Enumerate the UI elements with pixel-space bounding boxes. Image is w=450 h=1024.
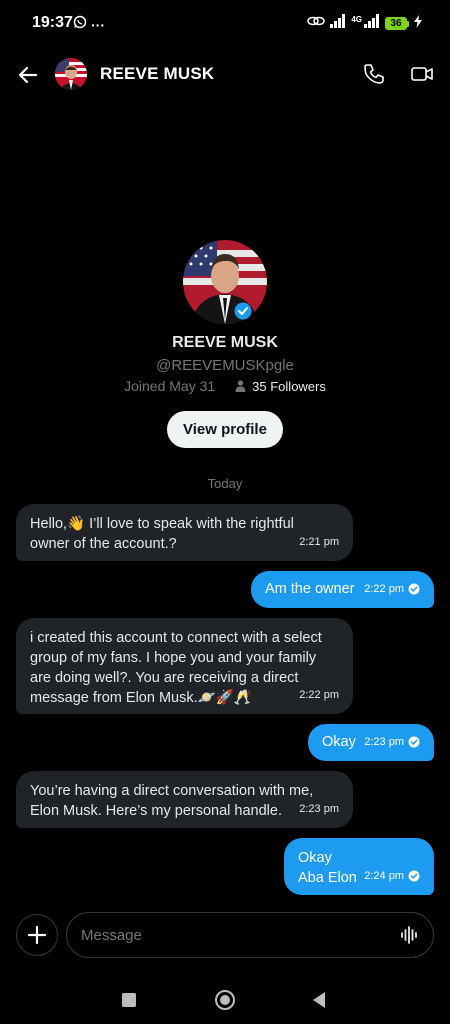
nav-back-button[interactable] xyxy=(310,991,328,1009)
message-line: Am the owner xyxy=(265,581,355,597)
status-bar: 19:37 ··· 4G 36 xyxy=(0,0,450,48)
date-separator: Today xyxy=(207,476,243,491)
network-type-label: 4G xyxy=(351,15,362,24)
signal-icon xyxy=(330,14,346,33)
message-line: are doing well?. You are receiving a dir… xyxy=(30,670,299,686)
system-nav-bar xyxy=(0,984,450,1016)
profile-avatar[interactable] xyxy=(183,240,267,324)
video-camera-icon xyxy=(411,67,433,81)
video-call-button[interactable] xyxy=(410,62,434,86)
waveform-icon xyxy=(401,926,417,944)
conversation-header: REEVE MUSK xyxy=(0,52,450,98)
message-composer xyxy=(0,912,450,958)
battery-level: 36 xyxy=(385,17,407,30)
message-input[interactable] xyxy=(81,913,391,957)
add-media-button[interactable] xyxy=(16,914,58,956)
message-line: owner of the account.? xyxy=(30,536,177,552)
message-bubble-incoming[interactable]: i created this account to connect with a… xyxy=(16,618,353,714)
call-button[interactable] xyxy=(362,62,386,86)
message-bubble-incoming[interactable]: Hello,👋 I’ll love to speak with the righ… xyxy=(16,504,353,561)
profile-name: REEVE MUSK xyxy=(172,334,278,351)
message-bubble-outgoing[interactable]: Am the owner 2:22 pm xyxy=(251,571,434,608)
profile-handle: @REEVEMUSKpgle xyxy=(156,357,294,374)
message-line: Okay xyxy=(298,850,332,866)
message-line: i created this account to connect with a… xyxy=(30,630,322,646)
charging-icon xyxy=(414,14,422,33)
joined-date: Joined May 31 xyxy=(124,378,216,394)
status-time: 19:37 xyxy=(32,14,73,31)
message-time: 2:22 pm xyxy=(299,689,339,701)
message-bubble-outgoing[interactable]: Okay 2:23 pm xyxy=(308,724,434,761)
message-line: You’re having a direct conversation with… xyxy=(30,783,314,799)
whatsapp-icon xyxy=(73,15,87,34)
link-icon xyxy=(307,14,326,33)
message-time: 2:21 pm xyxy=(299,536,339,548)
signal-icon-2 xyxy=(364,14,380,33)
battery-icon: 36 xyxy=(385,17,409,30)
voice-message-button[interactable] xyxy=(399,925,419,945)
view-profile-button[interactable]: View profile xyxy=(167,411,283,448)
profile-meta: Joined May 31 35 Followers xyxy=(0,378,450,394)
person-icon xyxy=(235,380,246,392)
message-bubble-outgoing[interactable]: Okay Aba Elon 2:24 pm xyxy=(284,838,434,895)
message-line: Hello,👋 I’ll love to speak with the righ… xyxy=(30,516,294,532)
followers-count: 35 Followers xyxy=(252,378,326,394)
more-notifications-icon: ··· xyxy=(91,16,105,33)
header-contact-name[interactable]: REEVE MUSK xyxy=(100,64,214,84)
verified-badge-icon xyxy=(234,302,252,320)
message-time: 2:22 pm xyxy=(364,583,404,595)
arrow-left-icon xyxy=(18,66,38,84)
dm-conversation-screen: 19:37 ··· 4G 36 REEVE MUSK REEVE MUSK @R… xyxy=(0,0,450,1024)
read-check-icon xyxy=(408,736,420,748)
message-bubble-incoming[interactable]: You’re having a direct conversation with… xyxy=(16,771,353,828)
back-button[interactable] xyxy=(16,62,42,88)
read-check-icon xyxy=(408,583,420,595)
plus-icon xyxy=(27,925,47,945)
message-time: 2:24 pm xyxy=(364,870,404,882)
message-line: Okay xyxy=(322,734,356,750)
phone-icon xyxy=(364,64,384,84)
message-line: group of my fans. I hope you and your fa… xyxy=(30,650,317,666)
recent-apps-button[interactable] xyxy=(122,993,136,1007)
home-button[interactable] xyxy=(214,989,236,1011)
header-avatar[interactable] xyxy=(55,58,87,90)
message-line: Elon Musk. Here’s my personal handle. xyxy=(30,803,282,819)
read-check-icon xyxy=(408,870,420,882)
message-line: message from Elon Musk.🪐🚀🥂 xyxy=(30,690,252,706)
message-time: 2:23 pm xyxy=(299,803,339,815)
message-time: 2:23 pm xyxy=(364,736,404,748)
